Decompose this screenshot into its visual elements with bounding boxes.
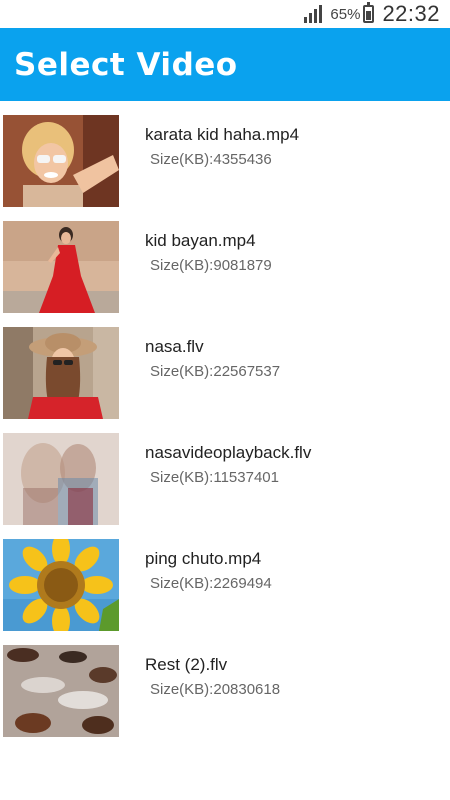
video-size: Size(KB):22567537 xyxy=(150,363,281,380)
signal-icon xyxy=(304,5,323,23)
video-thumbnail xyxy=(3,115,119,207)
status-bar: 65% 22:32 xyxy=(0,0,450,28)
video-size: Size(KB):20830618 xyxy=(150,681,281,698)
video-thumbnail xyxy=(3,221,119,313)
clock: 22:32 xyxy=(382,1,440,26)
sunflower-thumbnail xyxy=(3,539,119,631)
video-thumbnail xyxy=(3,327,119,419)
video-name: nasavideoplayback.flv xyxy=(145,443,312,462)
video-item[interactable]: nasavideoplayback.flv Size(KB):11537401 xyxy=(0,421,450,527)
video-item[interactable]: karata kid haha.mp4 Size(KB):4355436 xyxy=(0,103,450,209)
video-thumbnail xyxy=(3,539,119,631)
video-name: Rest (2).flv xyxy=(145,655,228,674)
river-stones-thumbnail xyxy=(3,645,119,737)
video-item[interactable]: ping chuto.mp4 Size(KB):2269494 xyxy=(0,527,450,633)
page-title: Select Video xyxy=(14,46,238,83)
video-thumbnail xyxy=(3,433,119,525)
woman-hat-thumbnail xyxy=(3,327,119,419)
battery-charging-icon xyxy=(363,2,375,23)
woman-red-dress-thumbnail xyxy=(3,221,119,313)
battery-percent: 65% xyxy=(330,5,361,23)
video-name: nasa.flv xyxy=(145,337,204,356)
double-exposure-thumbnail xyxy=(3,433,119,525)
video-list: karata kid haha.mp4 Size(KB):4355436 kid… xyxy=(0,103,450,739)
video-size: Size(KB):4355436 xyxy=(150,151,272,168)
video-item[interactable]: nasa.flv Size(KB):22567537 xyxy=(0,315,450,421)
video-thumbnail xyxy=(3,645,119,737)
video-size: Size(KB):11537401 xyxy=(150,469,279,486)
video-size: Size(KB):9081879 xyxy=(150,257,272,274)
woman-sunglasses-thumbnail xyxy=(3,115,119,207)
app-bar: Select Video xyxy=(0,28,450,101)
video-item[interactable]: kid bayan.mp4 Size(KB):9081879 xyxy=(0,209,450,315)
video-name: karata kid haha.mp4 xyxy=(145,125,300,144)
video-name: ping chuto.mp4 xyxy=(145,549,262,568)
video-name: kid bayan.mp4 xyxy=(145,231,256,250)
video-size: Size(KB):2269494 xyxy=(150,575,272,592)
video-item[interactable]: Rest (2).flv Size(KB):20830618 xyxy=(0,633,450,739)
